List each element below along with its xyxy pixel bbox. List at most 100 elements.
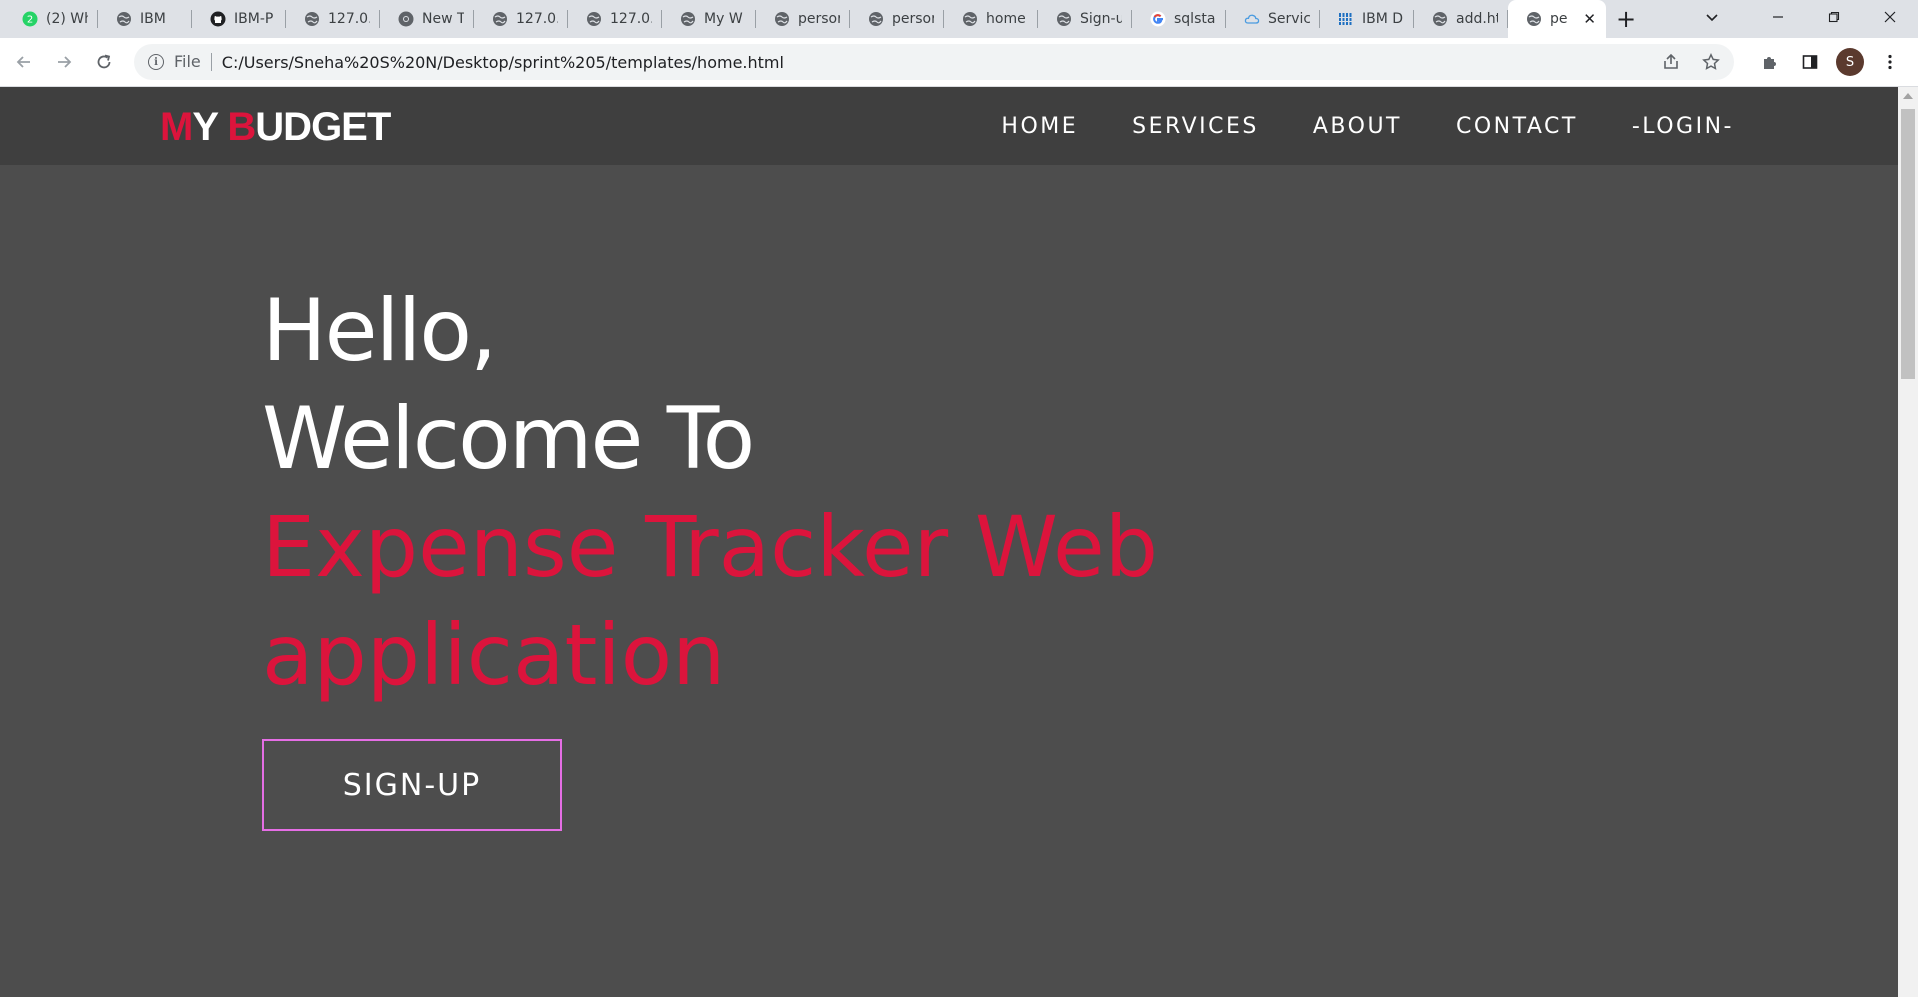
bookmark-star-icon[interactable] <box>1702 53 1720 71</box>
globe-icon <box>868 11 884 27</box>
browser-menu-button[interactable] <box>1870 44 1910 80</box>
tab-title: sqlstar <box>1174 11 1216 27</box>
tab-title: IBM <box>140 11 166 27</box>
tab-title: Servic <box>1268 11 1310 27</box>
arrow-left-icon <box>16 56 30 68</box>
url-text[interactable]: C:/Users/Sneha%20S%20N/Desktop/sprint%20… <box>222 53 784 72</box>
nav-contact[interactable]: CONTACT <box>1456 114 1578 139</box>
back-button[interactable] <box>6 44 42 80</box>
nav-services[interactable]: SERVICES <box>1132 114 1259 139</box>
tab[interactable]: persor <box>756 0 850 38</box>
hero-app-name-line2: application <box>262 606 726 704</box>
globe-icon <box>586 11 602 27</box>
globe-icon <box>680 11 696 27</box>
tab-title: persor <box>892 11 934 27</box>
nav-home[interactable]: HOME <box>1001 114 1078 139</box>
logo-letter-m: M <box>160 105 193 149</box>
share-icon[interactable] <box>1662 53 1680 71</box>
puzzle-icon <box>1764 57 1776 69</box>
page-scrollbar[interactable] <box>1898 87 1918 997</box>
hero-section: Hello, Welcome To Expense Tracker Web ap… <box>262 277 1158 709</box>
main-nav: HOME SERVICES ABOUT CONTACT -LOGIN- <box>947 87 1734 165</box>
tab[interactable]: add.ht <box>1414 0 1508 38</box>
scrollbar-thumb[interactable] <box>1901 109 1915 379</box>
new-tab-button[interactable]: + <box>1606 0 1646 38</box>
hero-greeting: Hello, <box>262 281 497 381</box>
close-icon <box>1884 11 1896 23</box>
tab-title: 127.0.( <box>516 11 558 27</box>
close-tab-icon[interactable]: ✕ <box>1579 10 1596 28</box>
github-icon <box>210 11 226 27</box>
tab-title: New T <box>422 11 464 27</box>
tab-title: My W <box>704 11 743 27</box>
page-viewport: MY BUDGET HOME SERVICES ABOUT CONTACT -L… <box>0 87 1898 997</box>
tab[interactable]: New T <box>380 0 474 38</box>
google-icon <box>1150 11 1166 27</box>
kebab-menu-icon <box>1888 54 1892 70</box>
address-bar[interactable]: i File C:/Users/Sneha%20S%20N/Desktop/sp… <box>134 44 1734 80</box>
signup-button[interactable]: SIGN-UP <box>262 739 562 831</box>
svg-text:2: 2 <box>27 15 33 26</box>
globe-icon <box>774 11 790 27</box>
restore-icon <box>1828 11 1840 23</box>
tab[interactable]: 127.0.( <box>286 0 380 38</box>
minimize-icon <box>1773 16 1783 18</box>
cloud-icon <box>1244 11 1260 27</box>
close-window-button[interactable] <box>1862 0 1918 34</box>
globe-icon <box>962 11 978 27</box>
globe-icon <box>492 11 508 27</box>
tab[interactable]: IBM D <box>1320 0 1414 38</box>
tab-search-button[interactable] <box>1690 0 1734 34</box>
hero-welcome: Welcome To <box>262 389 755 489</box>
globe-icon <box>1526 11 1542 27</box>
nav-login[interactable]: -LOGIN- <box>1632 114 1734 139</box>
tab[interactable]: 127.0.( <box>474 0 568 38</box>
tab-title: add.ht <box>1456 11 1498 27</box>
site-info-icon[interactable]: i <box>148 54 164 70</box>
chrome-icon <box>398 11 414 27</box>
tab-title: 127.0.( <box>610 11 652 27</box>
nav-about[interactable]: ABOUT <box>1313 114 1402 139</box>
globe-icon <box>304 11 320 27</box>
omnibox-actions <box>1662 44 1720 80</box>
logo-text-udget: UDGET <box>255 105 391 149</box>
tab-title: persor <box>798 11 840 27</box>
site-logo[interactable]: MY BUDGET <box>160 105 391 150</box>
tab[interactable]: sqlstar <box>1132 0 1226 38</box>
logo-letter-b: B <box>227 105 256 149</box>
reload-icon <box>97 54 111 69</box>
forward-button[interactable] <box>46 44 82 80</box>
scheme-label: File <box>174 53 212 71</box>
toolbar-actions: S <box>1750 44 1910 80</box>
tab-title: IBM-P <box>234 11 274 27</box>
browser-tab-strip: 2 (2) Wh IBM IBM-P 127.0.( New T 127.0.( 127.0.… <box>0 0 1918 38</box>
profile-avatar[interactable]: S <box>1836 48 1864 76</box>
tab[interactable]: 2 (2) Wh <box>4 0 98 38</box>
tab[interactable]: Servic <box>1226 0 1320 38</box>
tab[interactable]: My W <box>662 0 756 38</box>
tab[interactable]: Sign-u <box>1038 0 1132 38</box>
tab-title: (2) Wh <box>46 11 88 27</box>
extensions-button[interactable] <box>1750 44 1790 80</box>
tab-title: home <box>986 11 1026 27</box>
globe-icon <box>1056 11 1072 27</box>
tab[interactable]: IBM <box>98 0 192 38</box>
tab[interactable]: 127.0.( <box>568 0 662 38</box>
tab[interactable]: persor <box>850 0 944 38</box>
minimize-button[interactable] <box>1750 0 1806 34</box>
scroll-up-arrow-icon[interactable] <box>1903 93 1913 99</box>
restore-button[interactable] <box>1806 0 1862 34</box>
tab-list: 2 (2) Wh IBM IBM-P 127.0.( New T 127.0.( 127.0.… <box>0 0 1646 38</box>
hero-app-name-line1: Expense Tracker Web <box>262 498 1159 596</box>
side-panel-icon <box>1802 55 1818 69</box>
tab[interactable]: home <box>944 0 1038 38</box>
browser-toolbar: i File C:/Users/Sneha%20S%20N/Desktop/sp… <box>0 38 1918 87</box>
whatsapp-icon: 2 <box>22 11 38 27</box>
reload-button[interactable] <box>86 44 122 80</box>
ibm-icon <box>1338 11 1354 27</box>
side-panel-button[interactable] <box>1790 44 1830 80</box>
tab-active[interactable]: pe ✕ <box>1508 0 1606 38</box>
tab[interactable]: IBM-P <box>192 0 286 38</box>
window-controls <box>1750 0 1918 34</box>
tab-title: IBM D <box>1362 11 1404 27</box>
